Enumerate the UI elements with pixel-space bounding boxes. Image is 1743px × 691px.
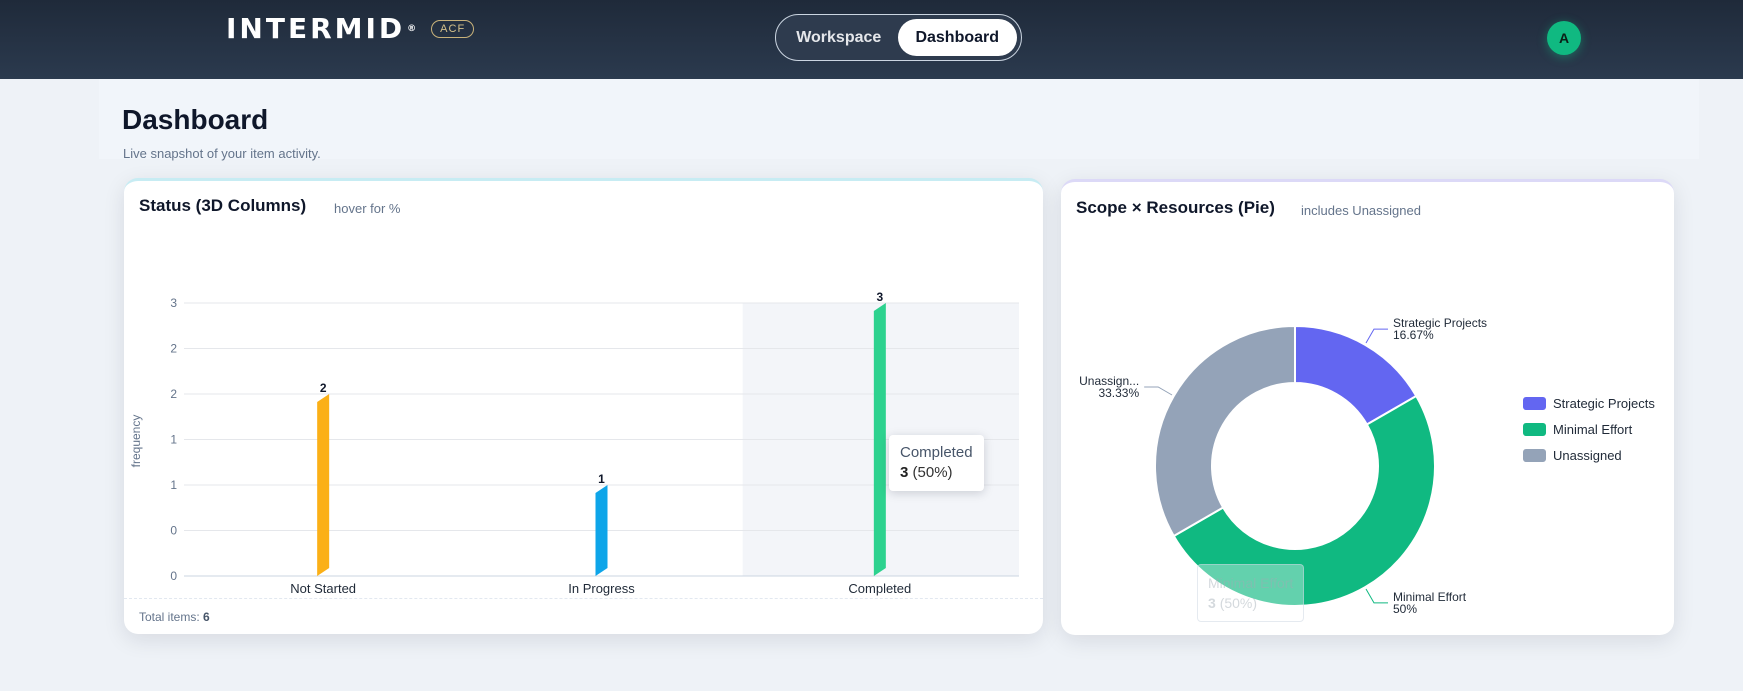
y-tick-label: 0	[170, 569, 177, 583]
status-chart-card: Status (3D Columns) hover for % 0 0 1 1 2 2 3 f…	[124, 178, 1043, 634]
y-tick-label: 2	[170, 342, 177, 356]
brand-logo: INTERMID ®	[226, 12, 420, 45]
y-tick-label: 1	[170, 433, 177, 447]
total-items-label: Total items:	[139, 610, 200, 624]
callout-line	[1365, 328, 1388, 344]
tooltip-value: 3	[900, 464, 909, 481]
pie-card-hint: includes Unassigned	[1301, 203, 1421, 218]
page-subtitle: Live snapshot of your item activity.	[123, 146, 321, 161]
callout-line	[1365, 588, 1388, 604]
view-switcher: Workspace Dashboard	[775, 14, 1022, 61]
total-items-value: 6	[203, 610, 210, 624]
pie-slice	[1154, 324, 1296, 538]
top-bar: INTERMID ® ACF Workspace Dashboard A	[0, 0, 1743, 79]
legend-swatch	[1523, 423, 1546, 436]
status-card-footer: Total items: 6	[124, 598, 1043, 634]
bar	[873, 303, 886, 576]
scope-pie-chart: Strategic Projects 16.67% Minimal Effort 50…	[1079, 316, 1655, 616]
pie-card-title: Scope × Resources (Pie)	[1076, 198, 1275, 217]
bar	[595, 485, 608, 576]
status-card-hint: hover for %	[334, 201, 401, 216]
bar-data-label: 3	[876, 290, 883, 304]
y-axis-label: frequency	[129, 415, 143, 468]
tooltip-title: Completed	[900, 444, 973, 461]
x-tick-label: Not Started	[290, 581, 356, 596]
tooltip-percent: (50%)	[912, 464, 953, 481]
y-tick-label: 2	[170, 387, 177, 401]
user-avatar[interactable]: A	[1547, 21, 1581, 55]
legend-label: Minimal Effort	[1553, 422, 1633, 437]
callout-line	[1144, 386, 1173, 396]
ghost-tooltip-value: 3	[1208, 595, 1216, 611]
brand[interactable]: INTERMID ® ACF	[226, 12, 475, 45]
callout-percent: 16.67%	[1393, 328, 1434, 342]
legend-label: Unassigned	[1553, 448, 1622, 463]
tab-dashboard[interactable]: Dashboard	[897, 19, 1017, 56]
y-tick-label: 1	[170, 478, 177, 492]
ghost-tooltip-percent: (50%)	[1219, 595, 1258, 611]
callout-percent: 50%	[1393, 602, 1417, 616]
ghost-tooltip-title: Minimal Effort	[1208, 575, 1294, 591]
brand-badge: ACF	[431, 20, 475, 38]
status-card-title: Status (3D Columns)	[139, 196, 307, 215]
bar-data-label: 1	[598, 472, 605, 486]
page-header-area	[99, 79, 1699, 159]
y-tick-label: 3	[170, 296, 177, 310]
callout-percent: 33.33%	[1098, 386, 1139, 400]
x-tick-label: Completed	[848, 581, 911, 596]
legend-swatch	[1523, 397, 1546, 410]
legend-swatch	[1523, 449, 1546, 462]
bar	[317, 394, 330, 576]
tab-workspace[interactable]: Workspace	[780, 19, 898, 56]
scope-pie-card: Scope × Resources (Pie) includes Unassig…	[1061, 179, 1674, 635]
ghost-tooltip: Minimal Effort 3 (50%)	[1197, 564, 1305, 622]
y-tick-label: 0	[170, 524, 177, 538]
x-tick-label: In Progress	[568, 581, 635, 596]
status-bar-chart: 0 0 1 1 2 2 3 frequency 2 Not Started 1 In Progress…	[129, 290, 1019, 596]
bar-data-label: 2	[320, 381, 327, 395]
page-title: Dashboard	[122, 104, 269, 135]
legend-label: Strategic Projects	[1553, 396, 1655, 411]
chart-tooltip: Completed 3 (50%)	[889, 435, 984, 491]
